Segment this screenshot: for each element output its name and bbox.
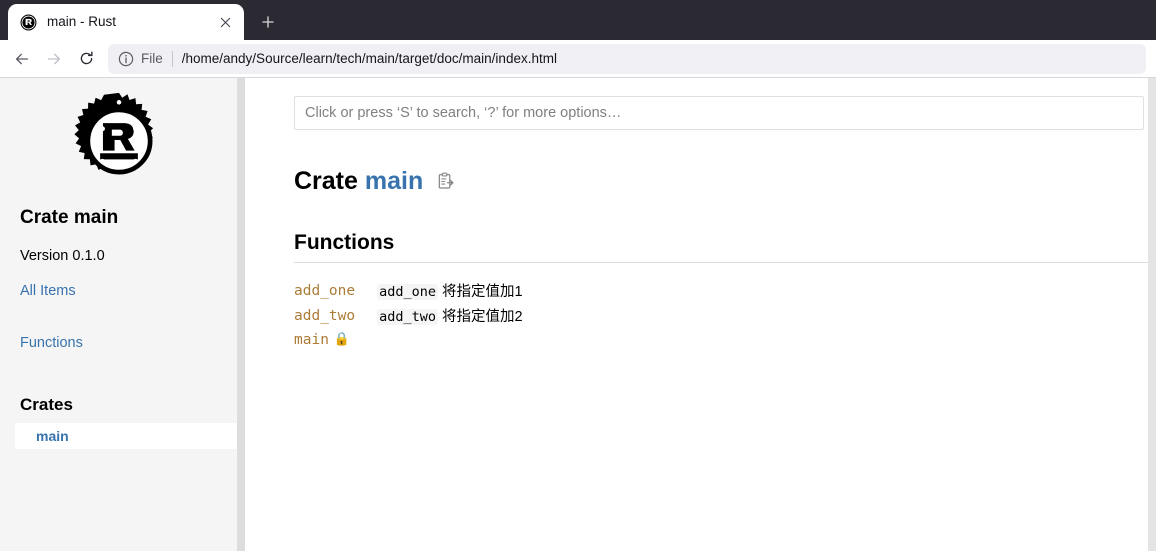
sidebar-item-all-items[interactable]: All Items	[20, 283, 217, 299]
close-icon[interactable]	[214, 11, 236, 33]
inline-code: add_two	[377, 308, 439, 325]
page-viewport: Crate main Version 0.1.0 All Items Funct…	[0, 78, 1156, 551]
tab-title: main - Rust	[47, 14, 117, 29]
item-name-cell: add_one	[294, 282, 377, 307]
page-info-icon[interactable]	[118, 51, 134, 67]
page-scrollbar[interactable]	[1148, 78, 1156, 551]
url-scheme-label: File	[141, 51, 163, 66]
main-content: Crate main Functions add_	[245, 78, 1156, 352]
sidebar-version: Version 0.1.0	[20, 247, 105, 264]
sidebar-item-functions[interactable]: Functions	[20, 335, 217, 351]
rustdoc-sidebar: Crate main Version 0.1.0 All Items Funct…	[0, 78, 237, 551]
function-link-main[interactable]: main	[294, 332, 329, 348]
search-input[interactable]	[294, 96, 1144, 130]
crate-heading-prefix: Crate	[294, 167, 358, 195]
functions-item-table: add_one add_one 将指定值加1 add_two add_two 将…	[294, 282, 523, 353]
browser-tab-main-rust[interactable]: main - Rust	[8, 4, 244, 40]
back-arrow-icon[interactable]	[6, 44, 38, 74]
url-path-text: /home/andy/Source/learn/tech/main/target…	[181, 51, 557, 66]
item-desc-cell: add_two 将指定值加2	[377, 307, 523, 332]
function-link-add-two[interactable]: add_two	[294, 308, 355, 324]
sidebar-crate-title: Crate main	[20, 207, 119, 228]
url-separator	[171, 50, 173, 67]
page-title: Crate main	[294, 167, 1156, 196]
item-desc-cell: add_one 将指定值加1	[377, 282, 523, 307]
item-description-text: 将指定值加1	[438, 283, 523, 300]
inline-code: add_one	[377, 283, 439, 300]
rust-favicon-icon	[20, 14, 37, 31]
sidebar-crates-heading: Crates	[20, 394, 73, 414]
item-description: add_one 将指定值加1	[377, 283, 523, 300]
address-bar[interactable]: File /home/andy/Source/learn/tech/main/t…	[108, 43, 1146, 74]
table-row: add_one add_one 将指定值加1	[294, 282, 523, 307]
table-row: add_two add_two 将指定值加2	[294, 307, 523, 332]
new-tab-button[interactable]	[252, 6, 284, 38]
reload-icon[interactable]	[70, 44, 102, 74]
sidebar-crates-list: main	[15, 422, 237, 449]
crate-heading-name: main	[364, 167, 424, 195]
item-desc-cell	[377, 331, 523, 352]
section-heading-functions: Functions	[294, 231, 1156, 263]
item-name-cell: add_two	[294, 307, 377, 332]
main-content-scroll: Crate main Functions add_	[245, 78, 1156, 551]
sidebar-crate-item-main[interactable]: main	[15, 422, 237, 449]
page-scrollbar-thumb[interactable]	[1148, 78, 1156, 551]
item-description: add_two 将指定值加2	[377, 308, 523, 325]
sidebar-logo-wrap	[0, 78, 237, 191]
rust-logo-icon[interactable]	[69, 91, 169, 191]
table-row: main 🔒	[294, 331, 523, 352]
sidebar-resize-divider[interactable]	[237, 78, 245, 551]
tab-strip: main - Rust	[0, 0, 1156, 40]
copy-path-icon[interactable]	[436, 172, 455, 191]
navigation-toolbar: File /home/andy/Source/learn/tech/main/t…	[0, 40, 1156, 78]
crate-heading: Crate main	[294, 167, 423, 196]
function-link-add-one[interactable]: add_one	[294, 283, 355, 299]
search-row	[294, 96, 1156, 130]
browser-window: main - Rust File /home/andy/Source/learn…	[0, 0, 1156, 551]
forward-arrow-icon[interactable]	[38, 44, 70, 74]
sidebar-content: Crate main Version 0.1.0 All Items Funct…	[0, 207, 237, 449]
item-description-text: 将指定值加2	[438, 308, 523, 325]
item-name-cell: main 🔒	[294, 331, 377, 352]
private-lock-icon: 🔒	[333, 331, 351, 347]
